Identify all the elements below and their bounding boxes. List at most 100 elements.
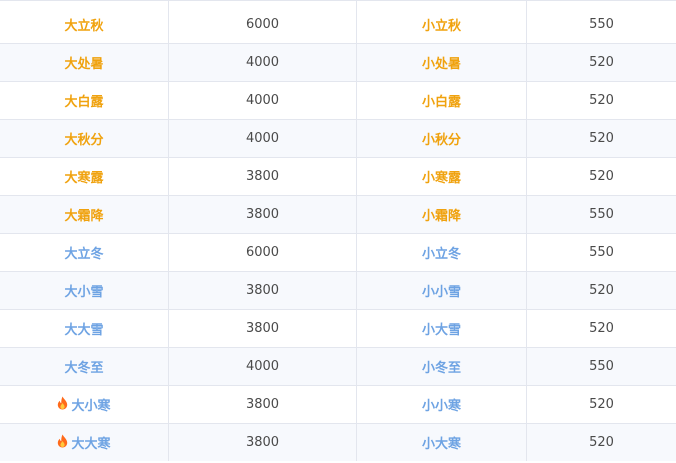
big-value-cell: 6000 bbox=[169, 1, 357, 43]
small-value-cell: 520 bbox=[527, 424, 676, 461]
small-value-cell: 550 bbox=[527, 348, 676, 385]
table-row: 大立秋 6000 小立秋 550 bbox=[0, 1, 676, 44]
small-name-cell: 小大雪 bbox=[357, 310, 527, 347]
small-value-cell: 520 bbox=[527, 310, 676, 347]
small-name: 小小寒 bbox=[421, 399, 461, 414]
big-name-cell: 大立秋 bbox=[0, 1, 169, 43]
small-value: 550 bbox=[589, 359, 614, 374]
small-name-cell: 小立冬 bbox=[357, 234, 527, 271]
big-value-cell: 6000 bbox=[169, 234, 357, 271]
small-name-cell: 小小雪 bbox=[357, 272, 527, 309]
big-value: 4000 bbox=[245, 55, 280, 70]
small-value-cell: 550 bbox=[527, 196, 676, 233]
small-name: 小冬至 bbox=[421, 361, 461, 376]
big-name: 大寒露 bbox=[64, 171, 104, 186]
big-value: 3800 bbox=[245, 321, 280, 336]
big-name-cell: 大处暑 bbox=[0, 44, 169, 81]
big-value: 3800 bbox=[245, 397, 280, 412]
big-value-cell: 3800 bbox=[169, 310, 357, 347]
big-value-cell: 4000 bbox=[169, 348, 357, 385]
table-row: 大寒露 3800 小寒露 520 bbox=[0, 158, 676, 196]
small-name: 小大雪 bbox=[421, 323, 461, 338]
small-value: 520 bbox=[589, 283, 614, 298]
big-value-cell: 4000 bbox=[169, 120, 357, 157]
small-name-cell: 小小寒 bbox=[357, 386, 527, 423]
big-value-cell: 3800 bbox=[169, 272, 357, 309]
big-name-cell: 大小雪 bbox=[0, 272, 169, 309]
big-value: 3800 bbox=[245, 169, 280, 184]
small-name-cell: 小立秋 bbox=[357, 1, 527, 43]
small-value: 520 bbox=[589, 435, 614, 450]
big-name: 大秋分 bbox=[64, 133, 104, 148]
small-value: 550 bbox=[589, 207, 614, 222]
big-name-cell: 大大雪 bbox=[0, 310, 169, 347]
small-value: 550 bbox=[589, 245, 614, 260]
big-value: 6000 bbox=[245, 245, 280, 260]
big-name: 大大寒 bbox=[71, 437, 111, 452]
small-name: 小大寒 bbox=[421, 437, 461, 452]
small-value: 520 bbox=[589, 169, 614, 184]
big-name: 大霜降 bbox=[64, 209, 104, 224]
big-value-cell: 4000 bbox=[169, 44, 357, 81]
big-value: 4000 bbox=[245, 93, 280, 108]
big-name: 大处暑 bbox=[64, 57, 104, 72]
big-name: 大大雪 bbox=[64, 323, 104, 338]
table-row: 大冬至 4000 小冬至 550 bbox=[0, 348, 676, 386]
small-value: 520 bbox=[589, 131, 614, 146]
table-row: 大大寒 3800 小大寒 520 bbox=[0, 424, 676, 461]
big-name-cell: 大立冬 bbox=[0, 234, 169, 271]
small-value-cell: 550 bbox=[527, 1, 676, 43]
small-name-cell: 小处暑 bbox=[357, 44, 527, 81]
table-row: 大小寒 3800 小小寒 520 bbox=[0, 386, 676, 424]
price-table: 大立秋 6000 小立秋 550 大处暑 4000 小处暑 520 大白露 40… bbox=[0, 0, 676, 461]
small-name: 小小雪 bbox=[421, 285, 461, 300]
small-name: 小寒露 bbox=[421, 171, 461, 186]
small-value-cell: 520 bbox=[527, 386, 676, 423]
big-value: 3800 bbox=[245, 207, 280, 222]
big-value-cell: 3800 bbox=[169, 386, 357, 423]
small-name: 小白露 bbox=[421, 95, 461, 110]
table-row: 大大雪 3800 小大雪 520 bbox=[0, 310, 676, 348]
small-value-cell: 520 bbox=[527, 82, 676, 119]
big-name-cell: 大白露 bbox=[0, 82, 169, 119]
small-name-cell: 小霜降 bbox=[357, 196, 527, 233]
small-value-cell: 550 bbox=[527, 234, 676, 271]
table-row: 大小雪 3800 小小雪 520 bbox=[0, 272, 676, 310]
small-name: 小霜降 bbox=[421, 209, 461, 224]
big-name: 大白露 bbox=[64, 95, 104, 110]
small-value-cell: 520 bbox=[527, 120, 676, 157]
small-name-cell: 小大寒 bbox=[357, 424, 527, 461]
small-name-cell: 小白露 bbox=[357, 82, 527, 119]
big-name: 大立冬 bbox=[64, 247, 104, 262]
big-value: 6000 bbox=[245, 17, 280, 32]
big-value: 4000 bbox=[245, 131, 280, 146]
small-name-cell: 小秋分 bbox=[357, 120, 527, 157]
small-value-cell: 520 bbox=[527, 158, 676, 195]
big-name-cell: 大霜降 bbox=[0, 196, 169, 233]
fire-icon bbox=[57, 396, 68, 414]
big-value: 3800 bbox=[245, 283, 280, 298]
small-value-cell: 520 bbox=[527, 272, 676, 309]
small-name: 小秋分 bbox=[421, 133, 461, 148]
big-value-cell: 3800 bbox=[169, 424, 357, 461]
big-name: 大小寒 bbox=[71, 399, 111, 414]
small-name: 小立秋 bbox=[421, 19, 461, 34]
big-name-cell: 大小寒 bbox=[0, 386, 169, 423]
small-value: 520 bbox=[589, 321, 614, 336]
table-row: 大立冬 6000 小立冬 550 bbox=[0, 234, 676, 272]
big-name-cell: 大冬至 bbox=[0, 348, 169, 385]
big-value: 4000 bbox=[245, 359, 280, 374]
small-name-cell: 小寒露 bbox=[357, 158, 527, 195]
big-value-cell: 3800 bbox=[169, 196, 357, 233]
big-value-cell: 4000 bbox=[169, 82, 357, 119]
small-name-cell: 小冬至 bbox=[357, 348, 527, 385]
table-row: 大白露 4000 小白露 520 bbox=[0, 82, 676, 120]
big-value-cell: 3800 bbox=[169, 158, 357, 195]
table-row: 大处暑 4000 小处暑 520 bbox=[0, 44, 676, 82]
small-value: 520 bbox=[589, 397, 614, 412]
fire-icon bbox=[57, 434, 68, 452]
big-name: 大小雪 bbox=[64, 285, 104, 300]
small-name: 小立冬 bbox=[421, 247, 461, 262]
small-value: 520 bbox=[589, 55, 614, 70]
table-row: 大霜降 3800 小霜降 550 bbox=[0, 196, 676, 234]
